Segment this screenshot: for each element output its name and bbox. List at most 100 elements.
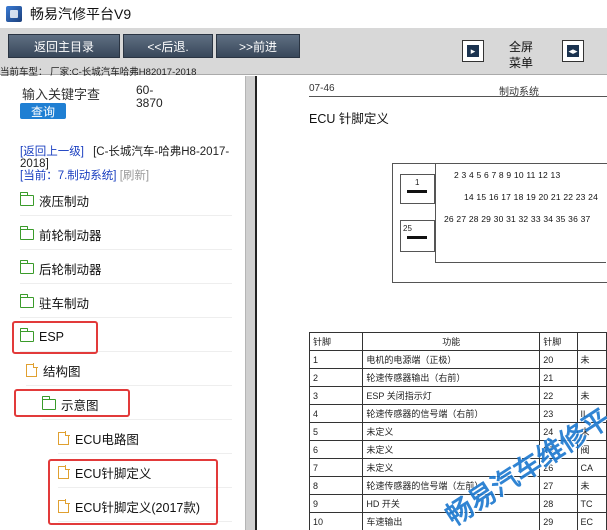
table-cell: 轮速传感器的信号端（右前） [362,404,541,423]
table-cell: 5 [308,422,364,441]
table-cell: 2 [308,368,364,387]
table-row: 1 电机的电源端（正极） 20 未 [308,350,607,369]
tree-item-label: ESP [39,329,65,344]
search-button[interactable]: 查询 [20,103,66,119]
table-cell: 7 [308,458,364,477]
table-cell: TC [576,494,607,513]
table-cell: 未 [576,350,607,369]
table-header-cell: 针脚 [539,332,578,351]
tree-item-ecu-pin-definition-2017[interactable]: ECU针脚定义(2017款) [58,492,232,522]
breadcrumb: [返回上一级] [C-长城汽车-哈弗H8-2017-2018] [当前：7.制动… [20,146,240,182]
table-cell: 22 [539,386,578,405]
table-cell: 9 [308,494,364,513]
connector-diagram: 1 25 2 3 4 5 6 7 8 9 10 11 12 13 14 15 1… [392,163,607,283]
tree-item-label: 驻车制动 [39,297,90,311]
back-button[interactable]: <<后退. [123,34,213,58]
search-code-line2: 3870 [136,96,163,110]
fullscreen-button[interactable]: ◂▸ [562,40,584,62]
table-cell: 21 [539,368,578,387]
tree-item-label: 前轮制动器 [39,229,102,243]
connector-pin-grid: 2 3 4 5 6 7 8 9 10 11 12 13 14 15 16 17 … [435,163,606,263]
connector-pin1-bar [407,190,427,193]
connector-pin1-label: 1 [415,178,420,187]
table-header-cell: 功能 [362,332,541,351]
table-cell: 27 [539,476,578,495]
open-folder-icon [42,396,56,410]
table-cell: 电机的电源端（正极） [362,350,541,369]
table-cell: 28 [539,494,578,513]
table-row: 3 ESP 关闭指示灯 22 未 [308,386,607,405]
window-title: 畅易汽修平台V9 [30,6,132,22]
toolbar: 返回主目录 <<后退. >>前进 ▸ 全屏 菜单 ◂▸ 当前车型： 厂家:C-长… [0,28,607,78]
table-cell [576,368,607,387]
connector-pin1-block: 1 [400,174,435,204]
table-cell: 4 [308,404,364,423]
document-title: ECU 针脚定义 [309,112,389,126]
forward-button[interactable]: >>前进 [216,34,300,58]
table-header-cell: 针脚 [308,332,364,351]
document-icon [26,363,38,377]
table-cell: 10 [308,512,364,530]
table-cell: 6 [308,440,364,459]
main-menu-button[interactable]: 返回主目录 [8,34,120,58]
navigation-panel: 输入关键字查 查询 60- 3870 [返回上一级] [C-长城汽车-哈弗H8-… [0,76,245,530]
tree-item-label: ECU针脚定义 [75,467,152,481]
tree-item-hydraulic-brake[interactable]: 液压制动 [20,186,232,216]
connector-pin25-label: 25 [403,224,412,233]
table-cell: 轮速传感器输出（右前） [362,368,541,387]
tree-item-front-brake[interactable]: 前轮制动器 [20,220,232,250]
table-cell: 3 [308,386,364,405]
document-icon [58,431,70,445]
table-cell: 1 [308,350,364,369]
connector-pin25-block: 25 [400,220,435,252]
current-category-link[interactable]: [当前：7.制动系统] [20,170,116,182]
pin-row-2: 14 15 16 17 18 19 20 21 22 23 24 [464,192,599,202]
connector-pin25-bar [407,236,427,239]
expand-icon: ◂▸ [567,45,579,57]
tree-item-label: 液压制动 [39,195,90,209]
tree-item-label: ECU针脚定义(2017款) [75,501,201,515]
header-divider [309,96,607,97]
tree-item-label: 结构图 [43,365,81,379]
table-cell: 未定义 [362,422,541,441]
tree-item-label: 后轮制动器 [39,263,102,277]
window-titlebar: 畅易汽修平台V9 [0,0,607,29]
tree-item-schematic[interactable]: 示意图 [42,390,232,420]
table-cell: ESP 关闭指示灯 [362,386,541,405]
tree-item-ecu-circuit[interactable]: ECU电路图 [58,424,232,454]
table-cell: CA [576,458,607,477]
tree-item-structure[interactable]: 结构图 [26,356,232,386]
collapse-left-button[interactable]: ▸ [462,40,484,62]
refresh-link[interactable]: [刷新] [120,170,149,182]
table-header-row: 针脚 功能 针脚 [308,332,607,351]
pin-row-3: 26 27 28 29 30 31 32 33 34 35 36 37 [444,214,591,224]
folder-icon [20,294,34,308]
table-cell: 未 [576,476,607,495]
open-folder-icon [20,328,34,342]
tree-item-ecu-pin-definition[interactable]: ECU针脚定义 [58,458,232,488]
page-number: 07-46 [309,83,335,94]
tree-item-parking-brake[interactable]: 驻车制动 [20,288,232,318]
document-viewer: 07-46 制动系统 ECU 针脚定义 1 25 2 3 4 5 6 7 8 9… [257,76,607,530]
app-logo-icon [6,6,22,22]
panel-splitter[interactable] [245,76,257,530]
search-code: 60- 3870 [136,84,176,110]
document-icon [58,465,70,479]
folder-icon [20,192,34,206]
folder-icon [20,226,34,240]
table-cell: 8 [308,476,364,495]
back-up-link[interactable]: [返回上一级] [20,146,84,158]
fullscreen-line1: 全屏 [508,40,533,54]
fullscreen-line2: 菜单 [508,56,533,70]
folder-icon [20,260,34,274]
tree-item-label: 示意图 [61,399,99,413]
table-cell: 29 [539,512,578,530]
table-row: 2 轮速传感器输出（右前） 21 [308,368,607,387]
table-cell: EC [576,512,607,530]
fullscreen-menu-label: 全屏 菜单 [506,39,536,71]
tree-item-rear-brake[interactable]: 后轮制动器 [20,254,232,284]
search-input[interactable]: 输入关键字查 [22,84,100,103]
table-header-cell [576,332,607,351]
table-cell: 20 [539,350,578,369]
tree-item-esp[interactable]: ESP [20,322,232,352]
